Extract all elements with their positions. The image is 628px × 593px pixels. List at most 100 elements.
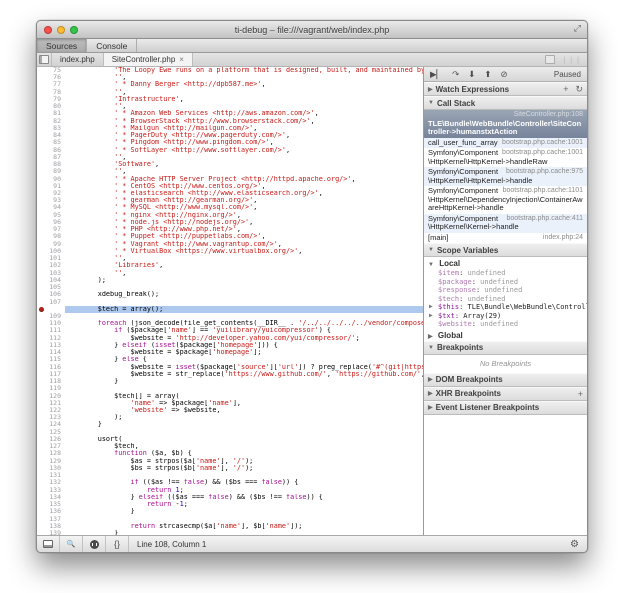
deactivate-breakpoints-icon[interactable]: ⊘ [500, 70, 507, 78]
call-stack-frame[interactable]: index.php:24[main] [424, 233, 587, 244]
file-tab-index-php[interactable]: index.php [52, 53, 104, 66]
code-line: 136 } [37, 508, 423, 515]
line-number[interactable]: 107 [37, 299, 65, 306]
variable-name: $item [438, 269, 459, 277]
main-content: 75 'The Loopy Ewe runs on a platform tha… [37, 67, 587, 535]
code-line: 112 $website = 'http://developer.yahoo.c… [37, 335, 423, 342]
close-tab-icon[interactable]: × [179, 55, 184, 64]
variable-value: Array(29) [463, 312, 501, 320]
chevron-down-icon: ▼ [428, 345, 434, 351]
code-text: } elseif (isset($package['homepage'])) { [65, 342, 423, 349]
chevron-right-icon[interactable]: ▶ [429, 312, 433, 321]
call-stack-frame[interactable]: bootstrap.php.cache:1101Symfony\Componen… [424, 186, 587, 214]
resume-icon[interactable]: ▶▏ [430, 70, 443, 78]
code-line: 98 ' * Puppet <http://puppetlabs.com/>', [37, 233, 423, 240]
code-text: 'website' => $website, [65, 407, 423, 414]
console-drawer-icon[interactable] [37, 536, 60, 552]
section-xhr-breakpoints[interactable]: ▶ XHR Breakpoints + [424, 387, 587, 401]
code-text: ' * PagerDuty <http://www.pagerduty.com/… [65, 132, 423, 139]
code-line: 111 if ($package['name'] == 'yuilibrary/… [37, 327, 423, 334]
code-text: ); [65, 414, 423, 421]
code-text: } [65, 508, 423, 515]
step-over-icon[interactable]: ↷ [452, 70, 459, 78]
settings-gear-icon[interactable]: ⚙ [570, 539, 587, 550]
code-line: 132 if (($as !== false) && ($bs === fals… [37, 479, 423, 486]
variable-name: $tech [438, 295, 459, 303]
show-navigator-icon[interactable] [37, 53, 52, 66]
tab-console[interactable]: Console [87, 39, 137, 52]
code-line: 90 ' * Apache HTTP Server Project <http:… [37, 176, 423, 183]
chevron-right-icon[interactable]: ▶ [429, 303, 433, 312]
section-breakpoints[interactable]: ▼ Breakpoints [424, 341, 587, 355]
section-watch-expressions[interactable]: ▶ Watch Expressions + ↻ [424, 82, 587, 96]
call-stack-frame[interactable]: bootstrap.php.cache:1001Symfony\Componen… [424, 148, 587, 167]
code-text: foreach (json_decode(file_get_contents(_… [65, 320, 423, 327]
code-text: $tech = array(); [65, 306, 423, 313]
step-into-icon[interactable]: ⬇ [468, 70, 475, 78]
status-bar: 🔍 {} Line 108, Column 1 ⚙ [37, 535, 587, 552]
panel-layout-icon[interactable] [545, 55, 555, 64]
call-stack-frame[interactable]: bootstrap.php.cache:975Symfony\Component… [424, 167, 587, 186]
code-line: 129 $as = strpos($a['name'], '/'); [37, 458, 423, 465]
code-text: return 1; [65, 487, 423, 494]
variable-name: $website [438, 320, 472, 328]
code-line: 135 return -1; [37, 501, 423, 508]
call-stack-list: SiteController.php:108TLE\Bundle\WebBund… [424, 110, 587, 243]
scope-variable-row[interactable]: ▶$txt: Array(29) [424, 312, 587, 321]
chevron-down-icon: ▼ [428, 247, 434, 253]
add-xhr-breakpoint-icon[interactable]: + [578, 389, 583, 399]
call-stack-frame[interactable]: bootstrap.php.cache:411Symfony\Component… [424, 214, 587, 233]
section-call-stack[interactable]: ▼ Call Stack [424, 96, 587, 110]
variable-value: undefined [480, 278, 518, 286]
section-event-listener-breakpoints[interactable]: ▶ Event Listener Breakpoints [424, 401, 587, 415]
add-watch-icon[interactable]: + [563, 84, 568, 95]
debugger-toolbar: ▶▏ ↷ ⬇ ⬆ ⊘ Paused [424, 67, 587, 82]
code-text: $website = str_replace('https://www.gith… [65, 371, 423, 378]
scope-variable-row: $response: undefined [424, 286, 587, 295]
code-editor[interactable]: 75 'The Loopy Ewe runs on a platform tha… [37, 67, 423, 535]
search-icon[interactable]: 🔍 [60, 536, 83, 552]
code-text [65, 516, 423, 523]
pause-on-exceptions-icon[interactable] [83, 536, 106, 552]
call-stack-frame[interactable]: SiteController.php:108TLE\Bundle\WebBund… [424, 110, 587, 138]
code-text: 'Libraries', [65, 262, 423, 269]
code-line: 83 ' * Mailgun <http://mailgun.com/>', [37, 125, 423, 132]
file-tab-sitecontroller-php[interactable]: SiteController.php × [104, 53, 193, 66]
code-line: 134 } elseif (($as === false) && ($bs !=… [37, 494, 423, 501]
scope-global-header[interactable]: ▶ Global [424, 329, 587, 341]
code-line: 123 ); [37, 414, 423, 421]
tab-sources[interactable]: Sources [37, 39, 87, 52]
current-execution-line: $tech = array(); [37, 306, 423, 313]
scope-local-header[interactable]: ▼ Local [424, 257, 587, 269]
close-window-icon[interactable] [44, 26, 52, 34]
call-stack-frame[interactable]: bootstrap.php.cache:1001call_user_func_a… [424, 138, 587, 149]
scope-variable-row[interactable]: ▶$this: TLE\Bundle\WebBundle\Controller\ [424, 303, 587, 312]
cursor-position: Line 108, Column 1 [129, 540, 214, 549]
zoom-window-icon[interactable] [70, 26, 78, 34]
code-line: 89 '', [37, 168, 423, 175]
code-text: '', [65, 103, 423, 110]
code-text: usort( [65, 436, 423, 443]
code-text: $website = isset($package['source']['url… [65, 364, 423, 371]
pretty-print-icon[interactable]: {} [106, 536, 129, 552]
fullscreen-icon[interactable]: ⤢ [574, 23, 581, 34]
title-bar[interactable]: ti-debug – file:///vagrant/web/index.php… [37, 21, 587, 39]
code-text: '', [65, 255, 423, 262]
minimize-window-icon[interactable] [57, 26, 65, 34]
code-text: $website = 'http://developer.yahoo.com/y… [65, 335, 423, 342]
line-number[interactable]: 139 [37, 530, 65, 535]
chevron-down-icon: ▼ [428, 100, 434, 106]
code-line: 131 [37, 472, 423, 479]
code-line: 105 [37, 284, 423, 291]
code-text: ' * Mailgun <http://mailgun.com/>', [65, 125, 423, 132]
section-scope-variables[interactable]: ▼ Scope Variables [424, 243, 587, 257]
code-line: 127 $tech, [37, 443, 423, 450]
variable-name: $txt [438, 312, 455, 320]
code-text: 'Software', [65, 161, 423, 168]
refresh-watch-icon[interactable]: ↻ [575, 84, 583, 95]
code-line: 75 'The Loopy Ewe runs on a platform tha… [37, 67, 423, 74]
step-out-icon[interactable]: ⬆ [484, 70, 491, 78]
section-dom-breakpoints[interactable]: ▶ DOM Breakpoints [424, 373, 587, 387]
code-line: 133 return 1; [37, 487, 423, 494]
code-line: 137 [37, 516, 423, 523]
